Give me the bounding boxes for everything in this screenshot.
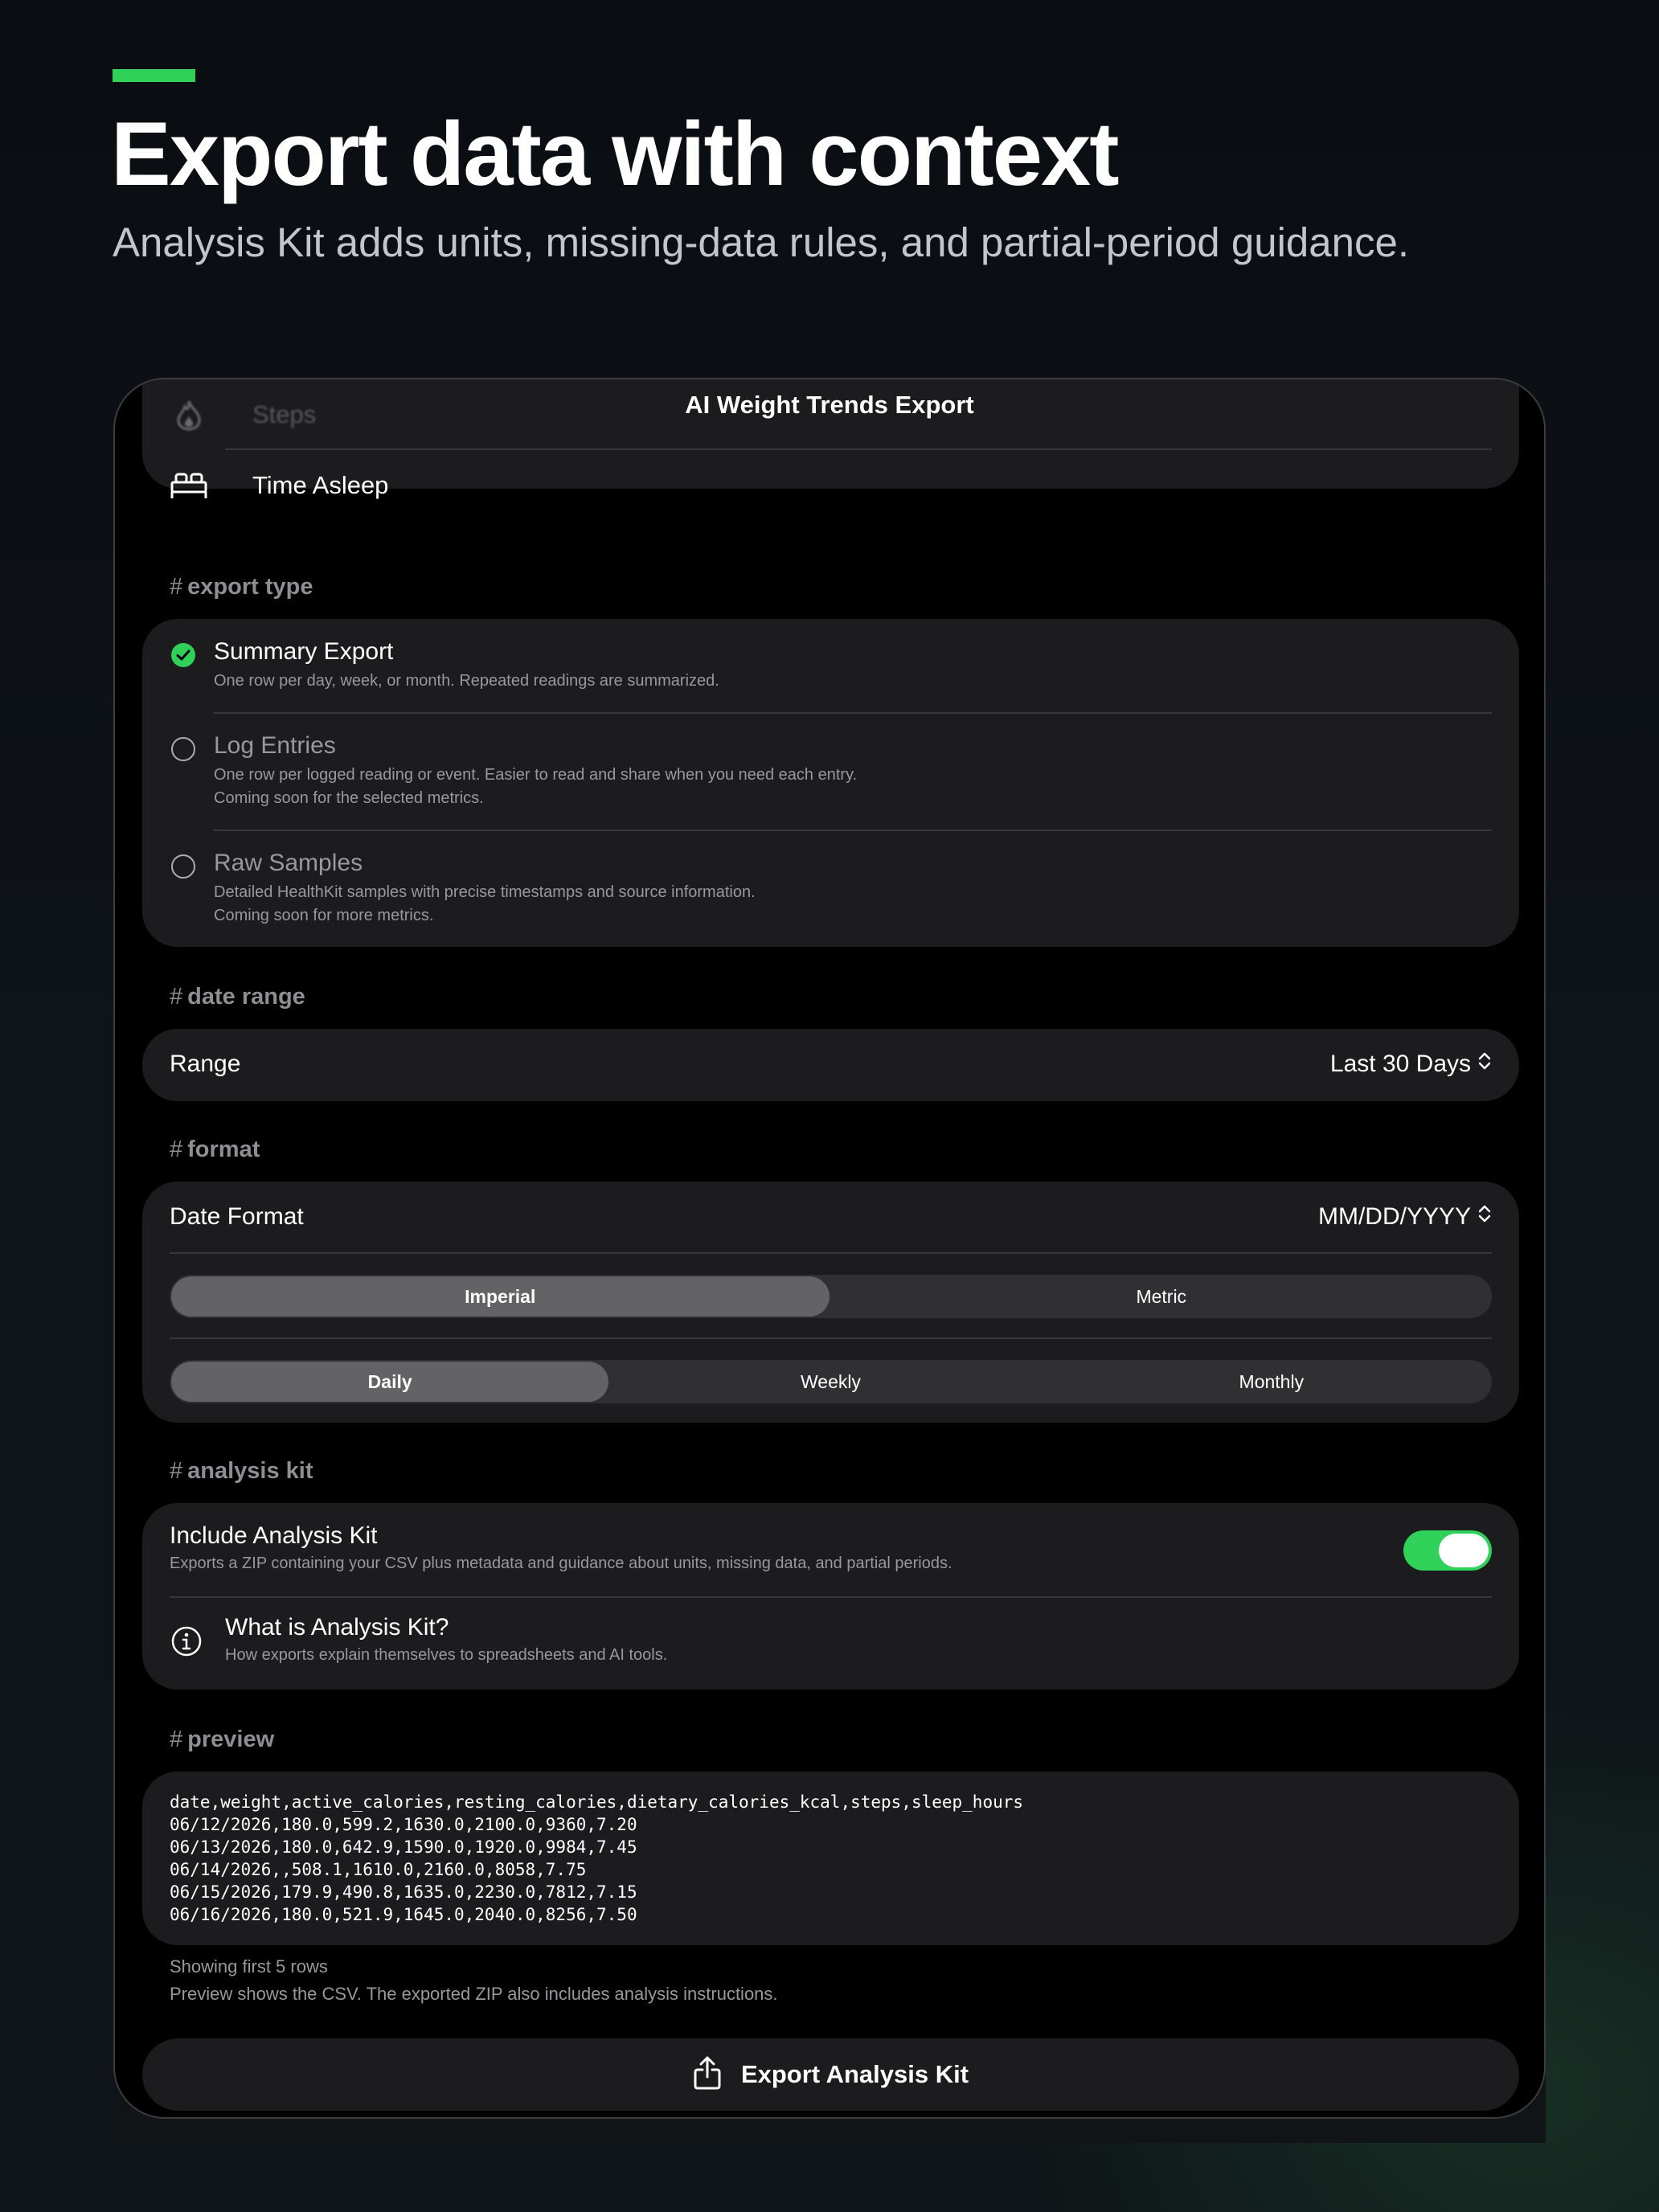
preview-rows-note: Showing first 5 rows — [170, 1956, 328, 1976]
divider — [170, 1337, 1492, 1339]
radio-empty-icon — [171, 854, 195, 879]
preview-card: date,weight,active_calories,resting_calo… — [142, 1772, 1519, 1945]
format-card: Date Format MM/DD/YYYY Imperial Metric D… — [142, 1182, 1519, 1423]
option-log-entries[interactable]: Log Entries One row per logged reading o… — [142, 714, 1519, 830]
analysis-kit-card: Include Analysis Kit Exports a ZIP conta… — [142, 1503, 1519, 1690]
what-is-analysis-kit-row[interactable]: What is Analysis Kit? How exports explai… — [142, 1598, 1519, 1690]
nav-title: AI Weight Trends Export — [685, 391, 974, 419]
segment-weekly[interactable]: Weekly — [612, 1362, 1049, 1402]
metric-row-time-asleep[interactable]: Time Asleep — [142, 450, 1519, 521]
toggle-knob — [1439, 1534, 1489, 1567]
metric-label: Time Asleep — [252, 471, 389, 499]
info-title: What is Analysis Kit? — [225, 1614, 449, 1641]
date-format-label: Date Format — [170, 1203, 304, 1230]
segment-daily[interactable]: Daily — [171, 1362, 609, 1402]
preview-zip-note: Preview shows the CSV. The exported ZIP … — [170, 1984, 778, 2004]
export-analysis-kit-button[interactable]: Export Analysis Kit — [142, 2038, 1519, 2111]
ipad-screen: AI Weight Trends Export Steps Time Aslee… — [113, 378, 1546, 2119]
include-analysis-kit-title: Include Analysis Kit — [170, 1522, 378, 1549]
section-header-analysis-kit: # analysis kit — [170, 1458, 313, 1484]
csv-line: 06/13/2026,180.0,642.9,1590.0,1920.0,998… — [170, 1837, 637, 1857]
units-segmented-control: Imperial Metric — [170, 1275, 1492, 1318]
section-header-preview: # preview — [170, 1727, 275, 1752]
divider — [170, 1252, 1492, 1254]
segment-metric[interactable]: Metric — [833, 1276, 1491, 1317]
section-header-export-type: # export type — [170, 574, 313, 600]
chevron-up-down-icon — [1477, 1203, 1492, 1231]
date-format-picker[interactable]: MM/DD/YYYY — [1318, 1203, 1492, 1231]
section-header-date-range: # date range — [170, 984, 305, 1010]
option-title: Log Entries — [214, 732, 336, 759]
hero-subtitle: Analysis Kit adds units, missing-data ru… — [113, 219, 1410, 265]
include-analysis-kit-toggle[interactable] — [1403, 1530, 1492, 1571]
info-desc: How exports explain themselves to spread… — [225, 1646, 668, 1664]
csv-line: 06/16/2026,180.0,521.9,1645.0,2040.0,825… — [170, 1905, 637, 1924]
option-desc: One row per day, week, or month. Repeate… — [214, 672, 719, 690]
period-segmented-control: Daily Weekly Monthly — [170, 1360, 1492, 1403]
export-type-card: Summary Export One row per day, week, or… — [142, 619, 1519, 947]
csv-line: 06/15/2026,179.9,490.8,1635.0,2230.0,781… — [170, 1882, 637, 1902]
include-analysis-kit-desc: Exports a ZIP containing your CSV plus m… — [170, 1555, 952, 1572]
csv-line: 06/14/2026,,508.1,1610.0,2160.0,8058,7.7… — [170, 1860, 587, 1879]
date-format-value: MM/DD/YYYY — [1317, 1203, 1471, 1230]
option-title: Summary Export — [214, 638, 394, 665]
date-range-card[interactable]: Range Last 30 Days — [142, 1029, 1519, 1101]
option-raw-samples[interactable]: Raw Samples Detailed HealthKit samples w… — [142, 831, 1519, 947]
checkmark-circle-icon — [171, 643, 195, 667]
range-label: Range — [170, 1051, 241, 1077]
export-button-label: Export Analysis Kit — [740, 2060, 969, 2088]
csv-preview: date,weight,active_calories,resting_calo… — [170, 1791, 1023, 1926]
option-desc-note: Coming soon for more metrics. — [214, 907, 434, 924]
option-summary-export[interactable]: Summary Export One row per day, week, or… — [142, 619, 1519, 712]
option-desc-note: Coming soon for the selected metrics. — [214, 789, 484, 807]
range-picker[interactable]: Last 30 Days — [1330, 1051, 1492, 1078]
bed-icon — [170, 469, 208, 502]
section-header-format: # format — [170, 1137, 260, 1162]
csv-line: date,weight,active_calories,resting_calo… — [170, 1792, 1024, 1812]
share-icon — [693, 2055, 722, 2095]
range-value: Last 30 Days — [1329, 1051, 1471, 1077]
option-title: Raw Samples — [214, 850, 363, 876]
accent-bar — [113, 69, 195, 82]
info-icon — [170, 1625, 203, 1661]
segment-imperial[interactable]: Imperial — [171, 1276, 830, 1317]
radio-empty-icon — [171, 737, 195, 761]
option-desc: One row per logged reading or event. Eas… — [214, 766, 858, 784]
segment-monthly[interactable]: Monthly — [1053, 1362, 1490, 1402]
option-desc: Detailed HealthKit samples with precise … — [214, 883, 756, 901]
csv-line: 06/12/2026,180.0,599.2,1630.0,2100.0,936… — [170, 1815, 637, 1834]
hero-title: Export data with context — [111, 104, 1120, 204]
chevron-up-down-icon — [1477, 1051, 1492, 1078]
